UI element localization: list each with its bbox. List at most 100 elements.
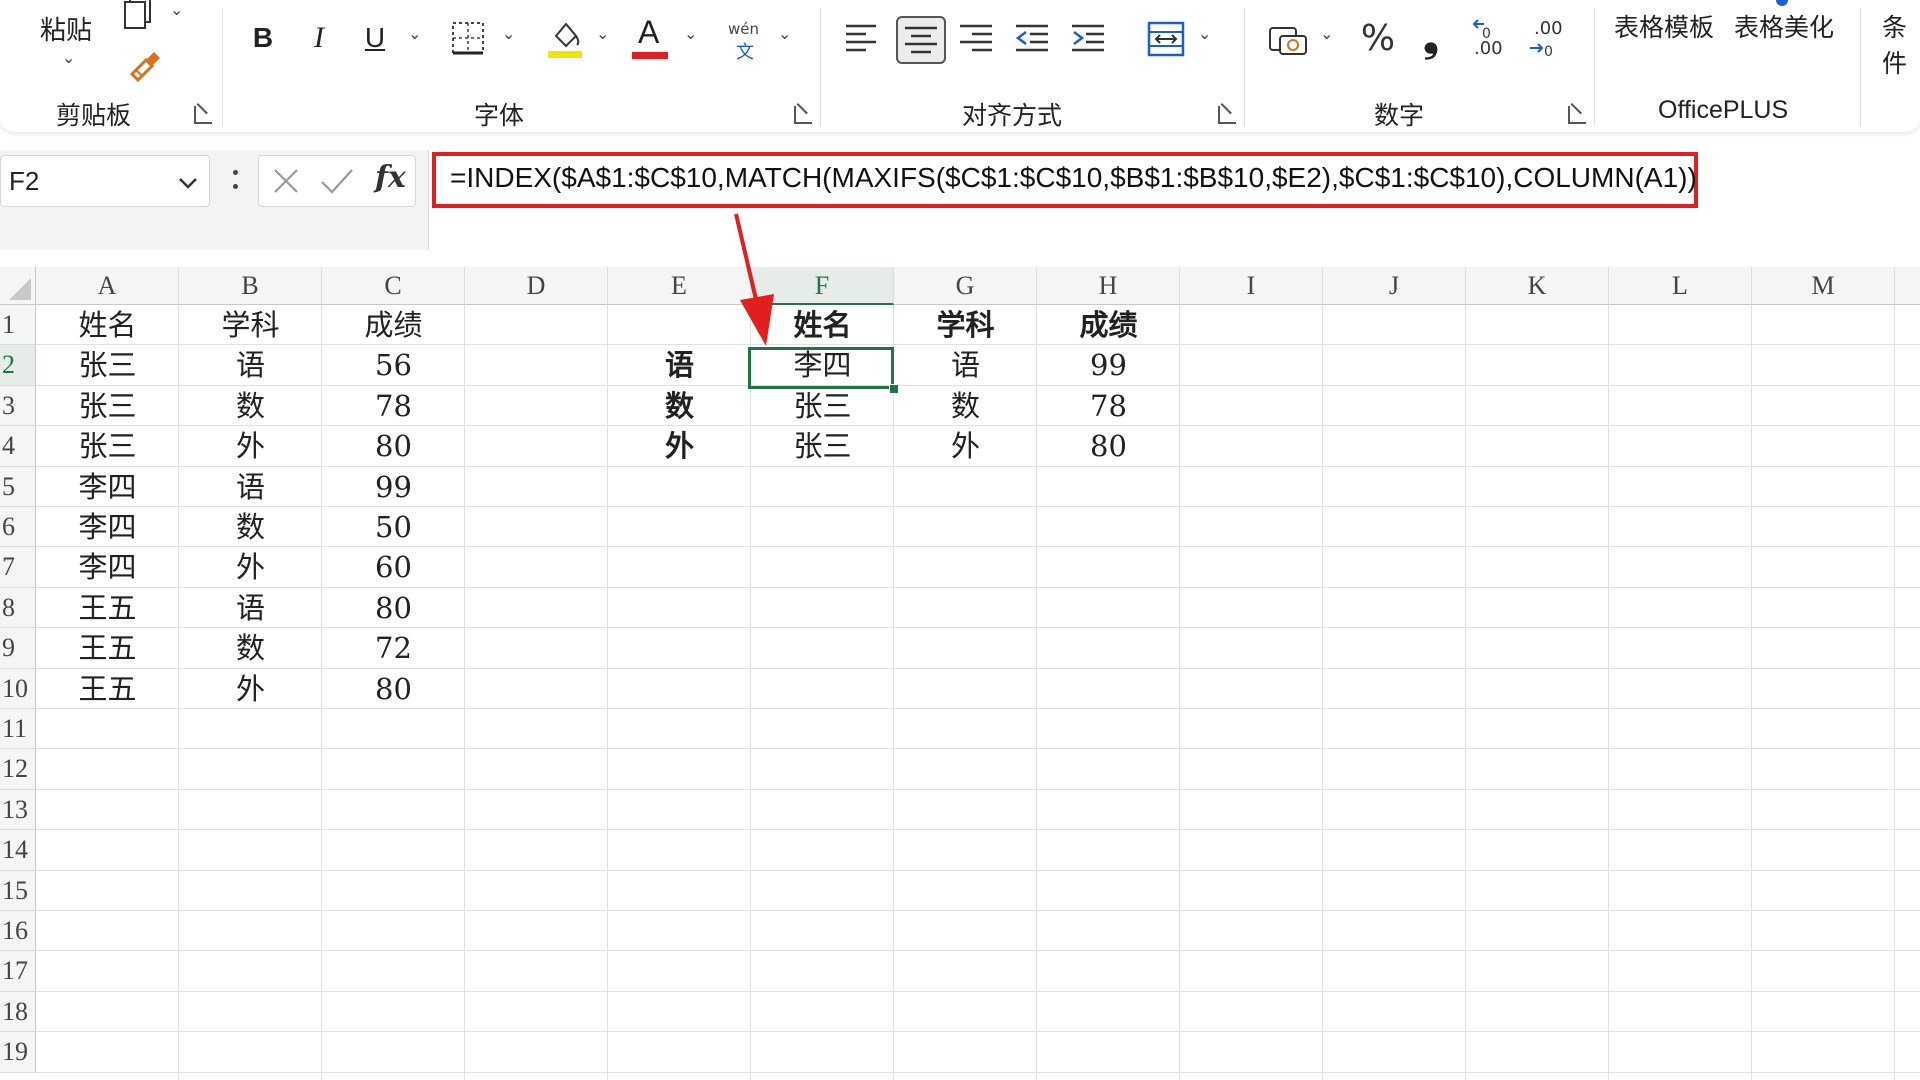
italic-button[interactable]: I xyxy=(302,18,336,58)
column-header-g[interactable]: G xyxy=(894,267,1037,305)
cell-h2[interactable]: 99 xyxy=(1037,345,1180,385)
conditional-format-button[interactable]: 条件 xyxy=(1882,8,1920,80)
cell-f4[interactable]: 张三 xyxy=(751,426,894,466)
row-header-6[interactable]: 6 xyxy=(0,507,36,548)
chevron-down-icon[interactable] xyxy=(177,172,199,194)
cell-c3[interactable]: 78 xyxy=(322,386,465,426)
column-header-partial[interactable] xyxy=(1895,267,1920,305)
chevron-down-icon[interactable]: ⌄ xyxy=(778,24,791,43)
cell-c2[interactable]: 56 xyxy=(322,345,465,385)
cell-g1[interactable]: 学科 xyxy=(894,305,1037,345)
decrease-indent-button[interactable] xyxy=(1014,22,1052,58)
cell-a6[interactable]: 李四 xyxy=(36,507,179,547)
row-header-4[interactable]: 4 xyxy=(0,426,36,467)
number-dialog-launcher[interactable] xyxy=(1568,106,1586,124)
cell-b9[interactable]: 数 xyxy=(179,628,322,668)
more-options-icon[interactable] xyxy=(230,166,240,200)
merge-center-button[interactable] xyxy=(1146,20,1186,60)
align-right-button[interactable] xyxy=(958,22,996,58)
cell-a4[interactable]: 张三 xyxy=(36,426,179,466)
cell-b8[interactable]: 语 xyxy=(179,588,322,628)
row-header-11[interactable]: 11 xyxy=(0,709,36,750)
comma-style-button[interactable]: ❟ xyxy=(1414,15,1448,61)
fill-handle[interactable] xyxy=(889,384,899,394)
row-header-9[interactable]: 9 xyxy=(0,628,36,669)
cell-a7[interactable]: 李四 xyxy=(36,547,179,587)
cell-a9[interactable]: 王五 xyxy=(36,628,179,668)
format-painter-button[interactable] xyxy=(124,44,168,86)
column-header-k[interactable]: K xyxy=(1466,267,1609,305)
percent-button[interactable]: % xyxy=(1356,16,1400,60)
bold-button[interactable]: B xyxy=(246,18,280,58)
cell-e4[interactable]: 外 xyxy=(608,426,751,466)
row-header-17[interactable]: 17 xyxy=(0,951,36,992)
cell-c7[interactable]: 60 xyxy=(322,547,465,587)
align-center-button[interactable] xyxy=(896,16,946,64)
table-beautify-button[interactable]: 表格美化 xyxy=(1734,8,1834,44)
cell-e3[interactable]: 数 xyxy=(608,386,751,426)
column-header-m[interactable]: M xyxy=(1752,267,1895,305)
cell-a1[interactable]: 姓名 xyxy=(36,305,179,345)
row-header-7[interactable]: 7 xyxy=(0,547,36,588)
column-header-a[interactable]: A xyxy=(36,267,179,305)
confirm-icon[interactable] xyxy=(319,166,355,196)
cell-b4[interactable]: 外 xyxy=(179,426,322,466)
cell-c4[interactable]: 80 xyxy=(322,426,465,466)
row-header-12[interactable]: 12 xyxy=(0,749,36,790)
chevron-down-icon[interactable]: ⌄ xyxy=(502,24,515,43)
chevron-down-icon[interactable]: ⌄ xyxy=(1320,24,1333,43)
underline-button[interactable]: U xyxy=(358,18,392,58)
cell-f3[interactable]: 张三 xyxy=(751,386,894,426)
column-header-d[interactable]: D xyxy=(465,267,608,305)
clipboard-dialog-launcher[interactable] xyxy=(194,106,212,124)
chevron-down-icon[interactable]: ⌄ xyxy=(1198,24,1211,43)
increase-indent-button[interactable] xyxy=(1070,22,1108,58)
row-header-2[interactable]: 2 xyxy=(0,345,36,386)
cell-g3[interactable]: 数 xyxy=(894,386,1037,426)
cell-g4[interactable]: 外 xyxy=(894,426,1037,466)
chevron-down-icon[interactable]: ⌄ xyxy=(684,24,697,43)
decrease-decimal-button[interactable]: .00 0 xyxy=(1528,18,1572,62)
phonetic-guide-button[interactable]: wén 文 xyxy=(726,18,770,63)
column-header-l[interactable]: L xyxy=(1609,267,1752,305)
select-all-corner[interactable] xyxy=(0,267,36,305)
cell-b10[interactable]: 外 xyxy=(179,669,322,709)
cell-a8[interactable]: 王五 xyxy=(36,588,179,628)
cell-a2[interactable]: 张三 xyxy=(36,345,179,385)
row-header-14[interactable]: 14 xyxy=(0,830,36,871)
column-header-b[interactable]: B xyxy=(179,267,322,305)
currency-format-button[interactable] xyxy=(1268,22,1310,60)
column-header-i[interactable]: I xyxy=(1180,267,1323,305)
cell-c6[interactable]: 50 xyxy=(322,507,465,547)
row-header-19[interactable]: 19 xyxy=(0,1032,36,1073)
cell-a10[interactable]: 王五 xyxy=(36,669,179,709)
paste-button[interactable]: 粘贴 ⌄ xyxy=(36,0,96,70)
align-left-button[interactable] xyxy=(844,22,882,58)
spreadsheet-grid[interactable]: ABCDEFGHIJKLM 1 2 3 4 5 6 7 8 9 10 11 12 13 14 15 16 17 1… xyxy=(0,267,1920,1080)
copy-button[interactable]: ⌄ xyxy=(122,0,184,34)
chevron-down-icon[interactable]: ⌄ xyxy=(596,24,609,43)
font-dialog-launcher[interactable] xyxy=(794,106,812,124)
row-header-13[interactable]: 13 xyxy=(0,789,36,831)
row-header-1[interactable]: 1 xyxy=(0,305,36,346)
row-header-10[interactable]: 10 xyxy=(0,668,36,709)
table-template-button[interactable]: 表格模板 xyxy=(1614,8,1714,44)
cell-b3[interactable]: 数 xyxy=(179,386,322,426)
insert-function-button[interactable]: fx xyxy=(375,160,406,195)
cell-b1[interactable]: 学科 xyxy=(179,305,322,345)
cancel-icon[interactable] xyxy=(271,166,301,196)
cell-c1[interactable]: 成绩 xyxy=(322,305,465,345)
row-header-18[interactable]: 18 xyxy=(0,991,36,1033)
cell-c8[interactable]: 80 xyxy=(322,588,465,628)
row-header-15[interactable]: 15 xyxy=(0,870,36,911)
cell-b6[interactable]: 数 xyxy=(179,507,322,547)
chevron-down-icon[interactable]: ⌄ xyxy=(408,24,421,43)
cell-a5[interactable]: 李四 xyxy=(36,467,179,507)
cell-h1[interactable]: 成绩 xyxy=(1037,305,1180,345)
fill-color-button[interactable] xyxy=(546,18,586,60)
row-header-3[interactable]: 3 xyxy=(0,385,36,427)
border-button[interactable] xyxy=(450,20,488,58)
column-header-h[interactable]: H xyxy=(1037,267,1180,305)
row-header-16[interactable]: 16 xyxy=(0,911,36,952)
cell-b2[interactable]: 语 xyxy=(179,345,322,385)
